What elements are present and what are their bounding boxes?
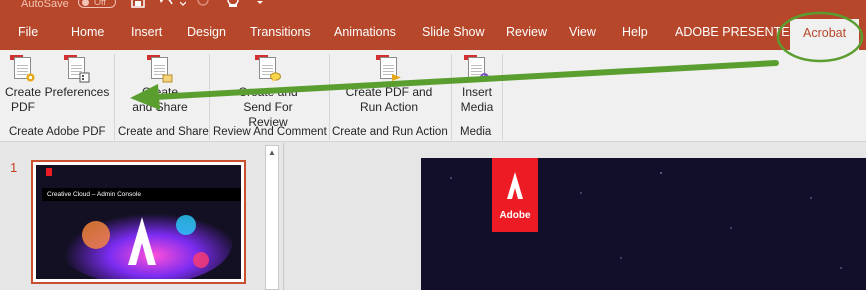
autosave-toggle[interactable]: Off — [78, 0, 116, 8]
preferences-label: Preferences — [44, 85, 110, 99]
slide-number: 1 — [10, 160, 18, 175]
tab-view[interactable]: View — [569, 24, 596, 40]
group-label-create-adobe-pdf: Create Adobe PDF — [9, 126, 106, 138]
group-label-media: Media — [460, 126, 492, 138]
group-divider — [209, 54, 210, 140]
send-for-review-label-1: Create and — [238, 85, 298, 99]
thumbnail-title: Creative Cloud – Admin Console — [42, 188, 241, 201]
ribbon-tab-bar: File Home Insert Design Transitions Anim… — [0, 16, 866, 50]
preferences-icon — [64, 53, 90, 83]
redo-icon[interactable] — [196, 0, 210, 10]
tab-transitions[interactable]: Transitions — [250, 24, 311, 40]
slide-canvas[interactable]: Adobe — [421, 158, 866, 290]
create-pdf-icon — [10, 53, 36, 83]
create-pdf-label-2: PDF — [11, 100, 35, 114]
create-pdf-and-run-action-button[interactable]: Create PDF and Run Action — [340, 53, 438, 115]
run-action-label-1: Create PDF and — [345, 85, 433, 99]
create-pdf-label-1: Create — [4, 85, 42, 99]
tab-design[interactable]: Design — [187, 24, 226, 40]
group-label-create-and-run-action: Create and Run Action — [332, 126, 448, 138]
insert-media-label-1: Insert — [461, 85, 492, 99]
tab-acrobat[interactable]: Acrobat — [790, 19, 860, 50]
create-and-share-label-2: and Share — [132, 100, 188, 114]
create-and-send-for-review-button[interactable]: Create and Send For Review — [222, 53, 314, 130]
insert-media-label-2: Media — [460, 100, 494, 114]
insert-media-icon — [464, 53, 490, 83]
tab-help[interactable]: Help — [622, 24, 648, 40]
present-icon[interactable] — [226, 0, 242, 10]
adobe-logo-text: Adobe — [499, 210, 531, 221]
undo-icon[interactable] — [158, 0, 176, 10]
tab-file[interactable]: File — [18, 24, 38, 40]
tab-slide-show[interactable]: Slide Show — [422, 24, 485, 40]
title-bar: AutoSave Off — [0, 0, 866, 16]
customize-icon[interactable] — [256, 0, 264, 10]
slide-thumbnail[interactable]: Creative Cloud – Admin Console — [31, 160, 246, 284]
tab-adobe-presenter[interactable]: ADOBE PRESENTER — [675, 24, 799, 40]
chevron-down-icon[interactable] — [179, 0, 187, 10]
tab-animations[interactable]: Animations — [334, 24, 396, 40]
powerpoint-window: AutoSave Off File Home Insert Design Tra… — [0, 0, 866, 290]
group-divider — [451, 54, 452, 140]
create-and-share-icon — [147, 53, 173, 83]
group-divider — [502, 54, 503, 140]
insert-media-button[interactable]: Insert Media — [457, 53, 497, 115]
send-for-review-icon — [255, 53, 281, 83]
tab-insert[interactable]: Insert — [131, 24, 162, 40]
group-label-review-and-comment: Review And Comment — [213, 126, 327, 138]
thumbnail-artwork: Creative Cloud – Admin Console — [36, 165, 241, 279]
autosave-label: AutoSave — [21, 0, 69, 10]
group-label-create-and-share: Create and Share — [118, 126, 209, 138]
run-action-icon — [376, 53, 402, 83]
create-pdf-button[interactable]: Create PDF — [4, 53, 42, 115]
tab-home[interactable]: Home — [71, 24, 104, 40]
tab-review[interactable]: Review — [506, 24, 547, 40]
run-action-label-2: Run Action — [359, 100, 419, 114]
scroll-up-arrow-icon[interactable]: ▲ — [266, 146, 278, 159]
acrobat-ribbon: Create PDF Preferences Create Adobe PDF … — [0, 50, 866, 142]
workspace: 1 Creative Cloud – Admin Console ▲ Adobe — [0, 143, 866, 290]
preferences-button[interactable]: Preferences — [44, 53, 110, 100]
adobe-logo: Adobe — [492, 158, 538, 232]
create-and-share-label-1: Create — [141, 85, 179, 99]
thumbnail-scrollbar[interactable]: ▲ — [265, 145, 279, 290]
slide-thumbnail-pane: 1 Creative Cloud – Admin Console ▲ — [0, 143, 284, 290]
create-and-share-button[interactable]: Create and Share — [128, 53, 192, 115]
group-divider — [114, 54, 115, 140]
group-divider — [329, 54, 330, 140]
save-icon[interactable] — [131, 0, 145, 10]
